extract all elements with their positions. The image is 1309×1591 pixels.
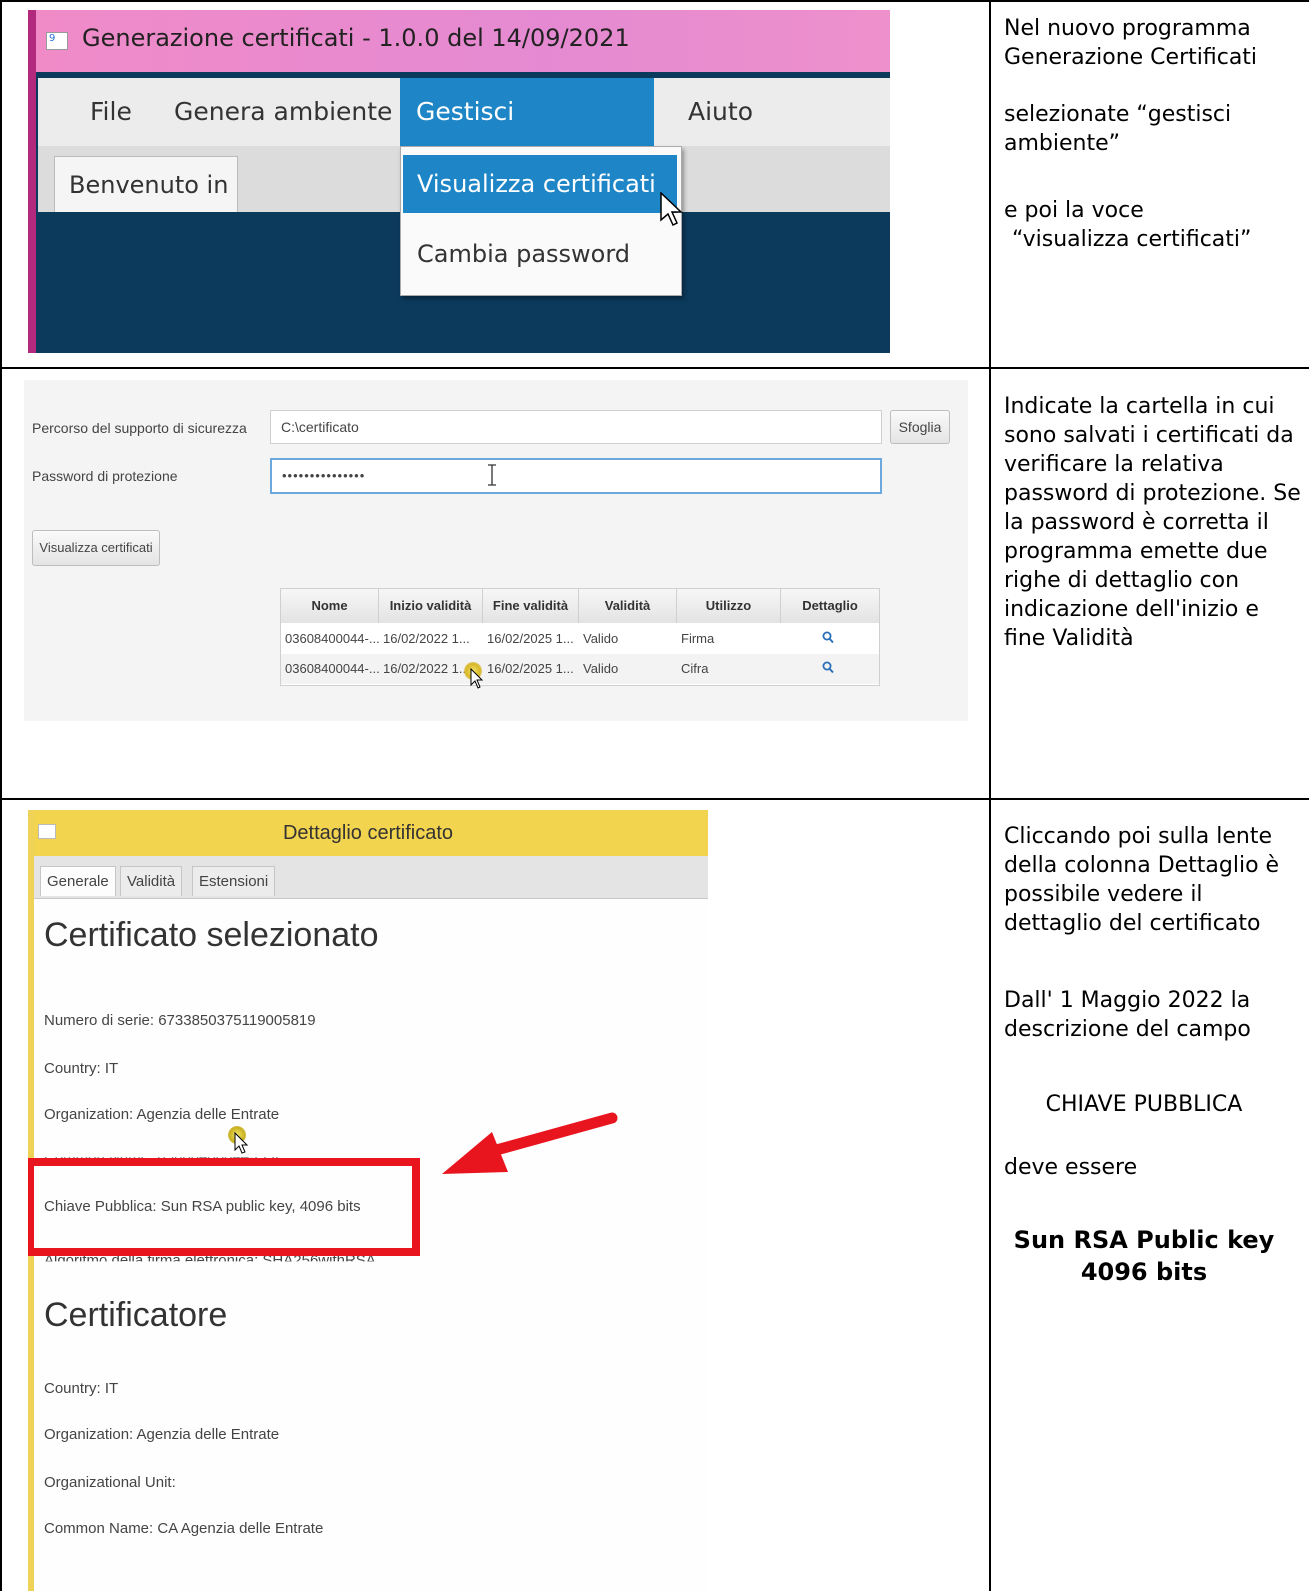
row3-note-p4: deve essere xyxy=(1004,1155,1138,1180)
magnifier-icon[interactable] xyxy=(822,631,834,644)
app-icon-glyph: 9 xyxy=(49,33,56,44)
field-organization: Organization: Agenzia delle Entrate xyxy=(44,1106,280,1123)
row1-note-p2: selezionate “gestisci ambiente” xyxy=(1004,102,1232,156)
window-title: Generazione certificati - 1.0.0 del 14/0… xyxy=(82,24,630,52)
path-label: Percorso del supporto di sicurezza xyxy=(32,420,247,436)
tab-estensioni[interactable]: Estensioni xyxy=(192,866,276,896)
menu-bar: File Genera ambiente Gestisci ambiente A… xyxy=(38,78,890,194)
app-window-screenshot: 9 Generazione certificati - 1.0.0 del 14… xyxy=(28,10,890,353)
table-border-middle xyxy=(989,0,991,1591)
menu-genera-ambiente[interactable]: Genera ambiente xyxy=(158,78,408,146)
mouse-pointer-icon xyxy=(234,1132,249,1154)
path-input[interactable]: C:\certificato xyxy=(270,410,882,444)
dialog-title: Dettaglio certificato xyxy=(282,822,454,844)
row1-note-p4: “visualizza certificati” xyxy=(1012,227,1252,252)
cell-nome: 03608400044-... xyxy=(285,631,379,646)
calendar-app-icon: 9 xyxy=(46,32,68,50)
row3-note: Cliccando poi sulla lente della colonna … xyxy=(1004,822,1304,1288)
certificates-table: Nome Inizio validità Fine validità Valid… xyxy=(280,588,880,686)
heading-certificato-selezionato: Certificato selezionato xyxy=(44,916,379,954)
cell-utilizzo: Cifra xyxy=(681,661,709,676)
row1-note-p3: e poi la voce xyxy=(1004,198,1144,223)
menu-item-cambia-password[interactable]: Cambia password xyxy=(403,225,677,283)
row1-note-p1: Nel nuovo programma Generazione Certific… xyxy=(1004,16,1258,70)
tab-generale[interactable]: Generale xyxy=(40,866,116,896)
issuer-organization: Organization: Agenzia delle Entrate xyxy=(44,1426,280,1443)
column-header-validita[interactable]: Validità xyxy=(579,589,677,623)
mouse-pointer-icon xyxy=(470,668,484,689)
issuer-common-name: Common Name: CA Agenzia delle Entrate xyxy=(44,1520,324,1537)
red-arrow-icon xyxy=(442,1112,618,1174)
tab-benvenuto[interactable]: Benvenuto in xyxy=(54,156,238,212)
issuer-organizational-unit: Organizational Unit: xyxy=(44,1474,176,1491)
menu-gestisci-ambiente[interactable]: Gestisci ambiente xyxy=(400,78,654,194)
magnifier-icon[interactable] xyxy=(822,661,834,674)
cell-validita: Valido xyxy=(583,631,619,646)
cell-inizio: 16/02/2022 1... xyxy=(383,631,470,646)
row3-note-p2: Dall' 1 Maggio 2022 la descrizione del c… xyxy=(1004,988,1251,1042)
password-input[interactable]: ••••••••••••••• xyxy=(270,458,882,494)
certificate-detail-dialog: Dettaglio certificato Generale Validità … xyxy=(28,810,708,1591)
menu-aiuto[interactable]: Aiuto xyxy=(672,78,769,146)
row3-note-p1: Cliccando poi sulla lente della colonna … xyxy=(1004,824,1280,936)
column-header-inizio-validita[interactable]: Inizio validità xyxy=(379,589,483,623)
cell-validita: Valido xyxy=(583,661,619,676)
menu-item-visualizza-certificati[interactable]: Visualizza certificati xyxy=(403,155,677,213)
heading-certificatore: Certificatore xyxy=(44,1296,228,1334)
gestisci-ambiente-dropdown: Visualizza certificati Cambia password xyxy=(400,146,682,296)
menu-file[interactable]: File xyxy=(74,78,148,146)
column-header-utilizzo[interactable]: Utilizzo xyxy=(677,589,781,623)
column-header-nome[interactable]: Nome xyxy=(281,589,379,623)
field-country: Country: IT xyxy=(44,1060,119,1077)
certificate-viewer-form: Percorso del supporto di sicurezza C:\ce… xyxy=(24,380,968,721)
sfoglia-button[interactable]: Sfoglia xyxy=(890,410,950,444)
window-left-edge xyxy=(28,10,36,353)
mouse-pointer-icon xyxy=(660,192,683,227)
table-border-top xyxy=(0,0,1309,2)
table-border-row2 xyxy=(0,798,1309,800)
row2-note: Indicate la cartella in cui sono salvati… xyxy=(1004,394,1301,651)
visualizza-certificati-button[interactable]: Visualizza certificati xyxy=(32,530,160,566)
tab-validita[interactable]: Validità xyxy=(120,866,183,896)
table-border-row1 xyxy=(0,367,1309,369)
cell-fine: 16/02/2025 1... xyxy=(487,631,574,646)
highlight-box xyxy=(28,1158,420,1256)
cell-nome: 03608400044-... xyxy=(285,661,379,676)
column-header-fine-validita[interactable]: Fine validità xyxy=(483,589,579,623)
text-cursor-icon xyxy=(488,464,496,486)
row3-note-p3: CHIAVE PUBBLICA xyxy=(1045,1092,1243,1117)
field-numero-di-serie: Numero di serie: 6733850375119005819 xyxy=(44,1012,316,1029)
cell-utilizzo: Firma xyxy=(681,631,715,646)
row3-note-p5: Sun RSA Public key 4096 bits xyxy=(1013,1226,1275,1286)
cell-fine: 16/02/2025 1... xyxy=(487,661,574,676)
column-header-dettaglio[interactable]: Dettaglio xyxy=(781,589,879,623)
table-border-left xyxy=(0,0,2,1591)
issuer-country: Country: IT xyxy=(44,1380,119,1397)
password-label: Password di protezione xyxy=(32,468,178,484)
row1-note: Nel nuovo programma Generazione Certific… xyxy=(1004,14,1304,254)
